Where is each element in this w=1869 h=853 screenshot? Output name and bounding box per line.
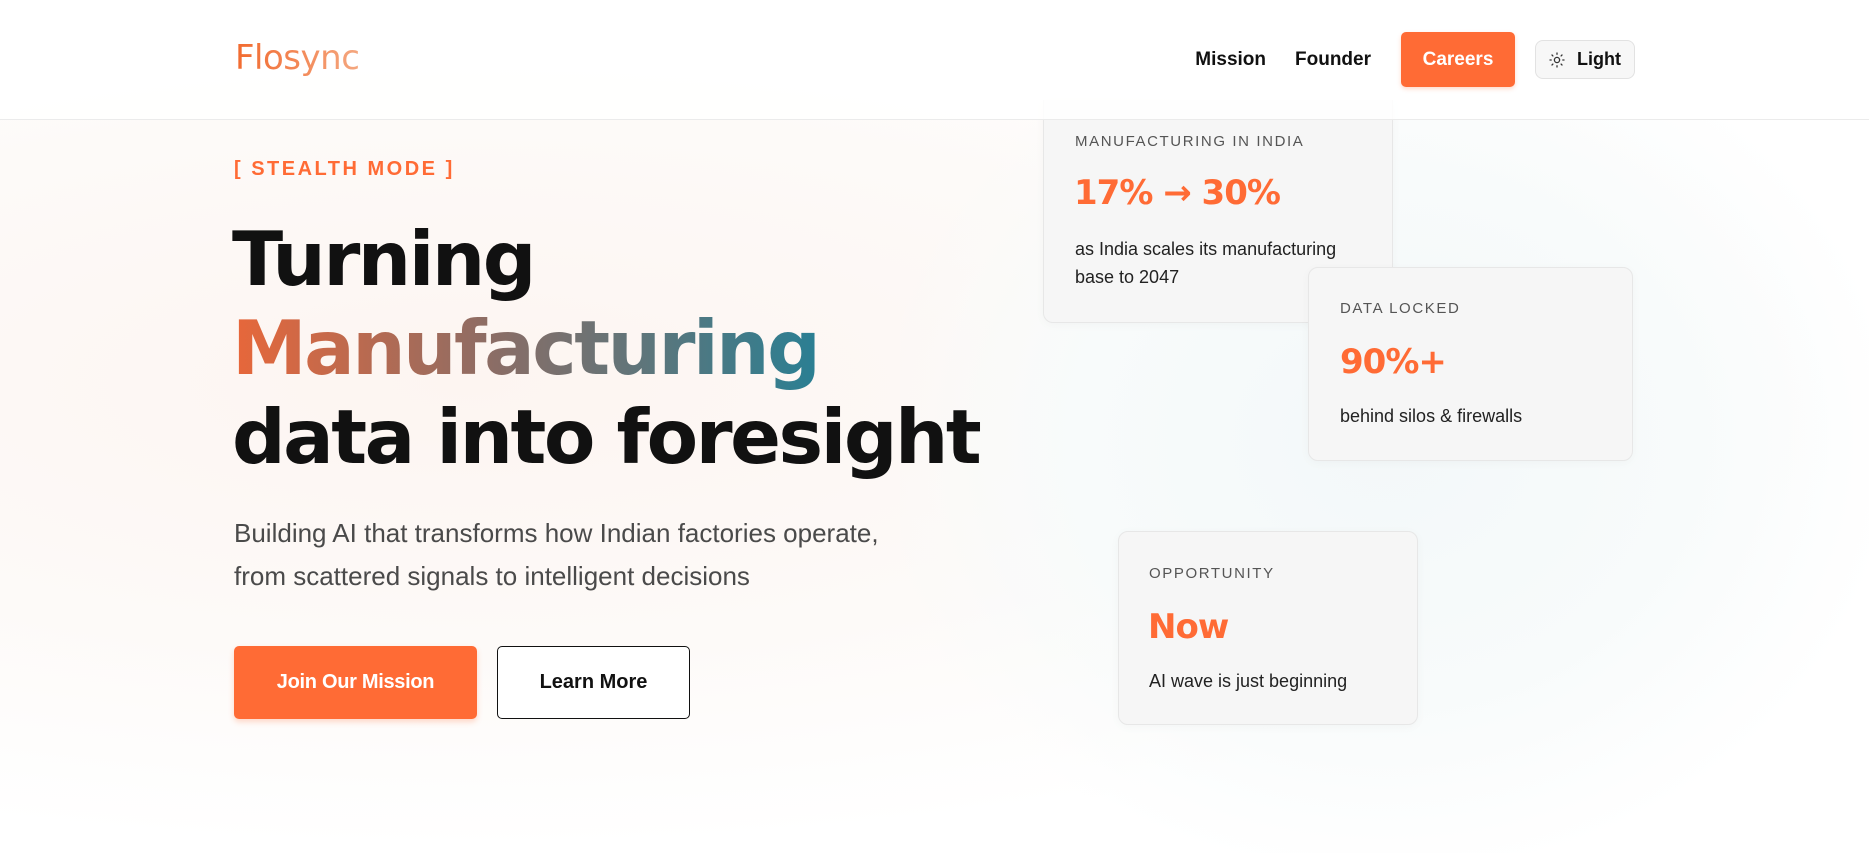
card-stat: 90%+ <box>1340 342 1447 382</box>
learn-more-button[interactable]: Learn More <box>497 646 690 719</box>
careers-button[interactable]: Careers <box>1401 32 1515 87</box>
stat-card-data-locked: DATA LOCKED 90%+ behind silos & firewall… <box>1308 267 1633 461</box>
nav-link-founder[interactable]: Founder <box>1295 49 1371 71</box>
hero-headline: Turning Manufacturing data into foresigh… <box>232 215 982 482</box>
card-label: OPPORTUNITY <box>1149 565 1275 582</box>
theme-toggle-label: Light <box>1577 49 1621 69</box>
brand-logo[interactable]: Flosync <box>235 38 360 78</box>
subtext-line-1: Building AI that transforms how Indian f… <box>234 518 879 548</box>
main-nav: Mission Founder Careers Light <box>1195 32 1635 87</box>
stealth-mode-eyebrow: [ STEALTH MODE ] <box>234 158 455 180</box>
card-description-line-2: base to 2047 <box>1075 267 1180 287</box>
theme-toggle-button[interactable]: Light <box>1535 40 1635 79</box>
headline-line-3: data into foresight <box>232 393 982 481</box>
site-header: Flosync Mission Founder Careers Light <box>0 0 1869 120</box>
card-label: MANUFACTURING IN INDIA <box>1075 133 1305 150</box>
card-stat: Now <box>1148 607 1229 647</box>
subtext-line-2: from scattered signals to intelligent de… <box>234 561 750 591</box>
headline-line-1: Turning <box>232 215 536 303</box>
card-description: AI wave is just beginning <box>1149 671 1348 691</box>
card-description: behind silos & firewalls <box>1340 406 1523 426</box>
stat-card-opportunity: OPPORTUNITY Now AI wave is just beginnin… <box>1118 531 1418 725</box>
card-stat: 17% → 30% <box>1074 173 1281 213</box>
nav-link-mission[interactable]: Mission <box>1195 49 1266 71</box>
join-mission-button[interactable]: Join Our Mission <box>234 646 477 719</box>
sun-icon <box>1549 51 1565 68</box>
hero-subtext: Building AI that transforms how Indian f… <box>234 512 934 598</box>
card-label: DATA LOCKED <box>1340 300 1461 317</box>
card-description-line-1: as India scales its manufacturing <box>1075 239 1337 259</box>
headline-highlight: Manufacturing <box>232 304 821 392</box>
